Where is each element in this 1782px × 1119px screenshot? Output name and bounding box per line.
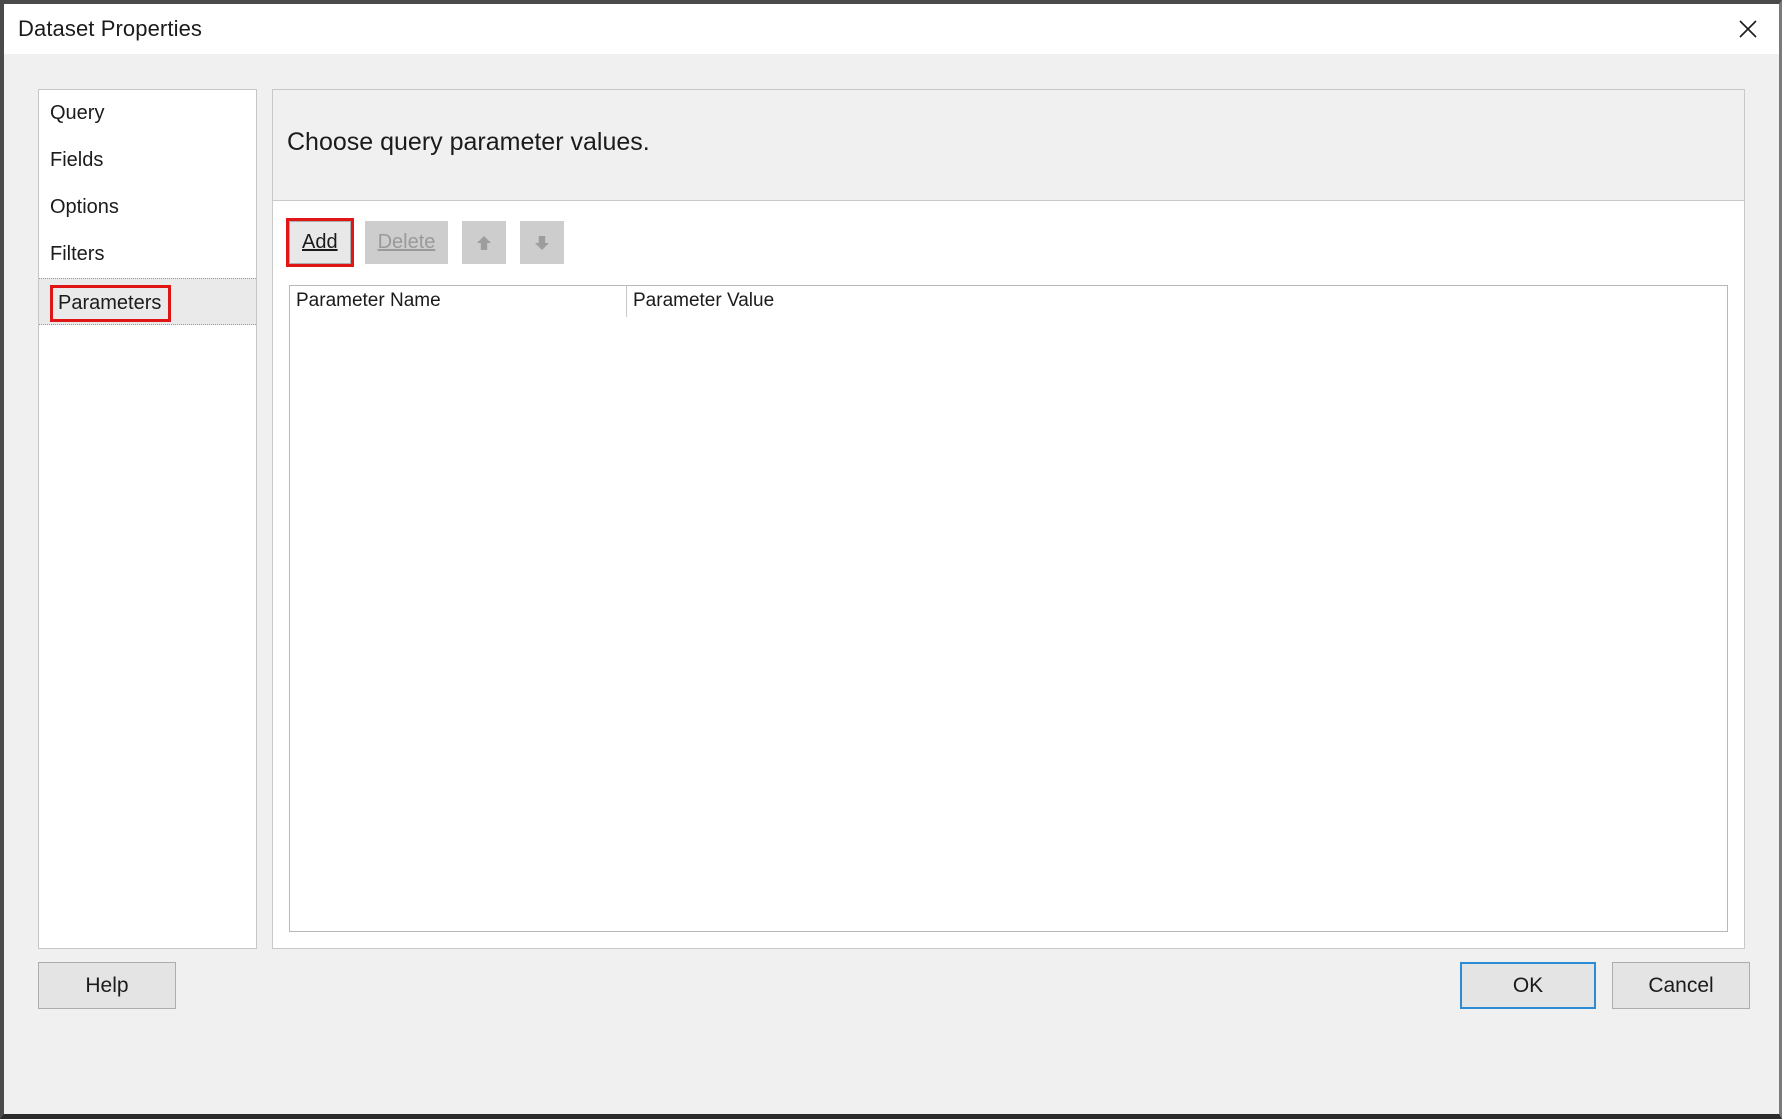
sidebar-item-options[interactable]: Options (39, 184, 256, 231)
ok-button[interactable]: OK (1460, 962, 1596, 1009)
dataset-properties-dialog: Dataset Properties Query Fields Options … (0, 0, 1782, 1119)
window-title: Dataset Properties (18, 16, 202, 41)
help-button[interactable]: Help (38, 962, 176, 1009)
close-button[interactable] (1717, 4, 1779, 53)
parameters-toolbar: Add Delete (286, 218, 565, 267)
dialog-body: Query Fields Options Filters Parameters … (4, 54, 1779, 1114)
move-up-button[interactable] (462, 221, 507, 264)
help-button-label: Help (85, 973, 129, 997)
cancel-button-label: Cancel (1648, 973, 1714, 997)
sidebar-item-label: Parameters (50, 285, 172, 322)
sidebar-item-parameters[interactable]: Parameters (39, 278, 256, 325)
parameters-grid[interactable]: Parameter Name Parameter Value (289, 285, 1728, 932)
close-icon (1739, 19, 1757, 38)
sidebar-item-label: Filters (50, 243, 105, 265)
panel-heading: Choose query parameter values. (287, 128, 650, 156)
sidebar-item-query[interactable]: Query (39, 90, 256, 137)
ok-button-label: OK (1512, 973, 1544, 997)
parameters-panel: Choose query parameter values. Add Delet… (272, 89, 1745, 949)
title-bar: Dataset Properties (4, 4, 1779, 54)
sidebar-item-filters[interactable]: Filters (39, 231, 256, 278)
delete-parameter-button[interactable]: Delete (364, 221, 449, 264)
sidebar-item-label: Options (50, 196, 119, 218)
sidebar-item-label: Query (50, 102, 105, 124)
add-parameter-button[interactable]: Add (286, 218, 354, 267)
move-down-button[interactable] (520, 221, 565, 264)
panel-header: Choose query parameter values. (273, 90, 1744, 201)
sidebar-item-fields[interactable]: Fields (39, 137, 256, 184)
column-header-parameter-value[interactable]: Parameter Value (626, 286, 1727, 317)
arrow-down-icon (531, 232, 553, 254)
cancel-button[interactable]: Cancel (1612, 962, 1750, 1009)
grid-header-row: Parameter Name Parameter Value (290, 286, 1727, 318)
delete-button-label: Delete (377, 231, 436, 253)
sidebar-item-label: Fields (50, 149, 104, 171)
column-header-parameter-name[interactable]: Parameter Name (290, 286, 626, 317)
grid-rows-empty[interactable] (290, 317, 1727, 931)
arrow-up-icon (473, 232, 495, 254)
add-button-label: Add (302, 231, 338, 253)
category-sidebar: Query Fields Options Filters Parameters (38, 89, 257, 949)
